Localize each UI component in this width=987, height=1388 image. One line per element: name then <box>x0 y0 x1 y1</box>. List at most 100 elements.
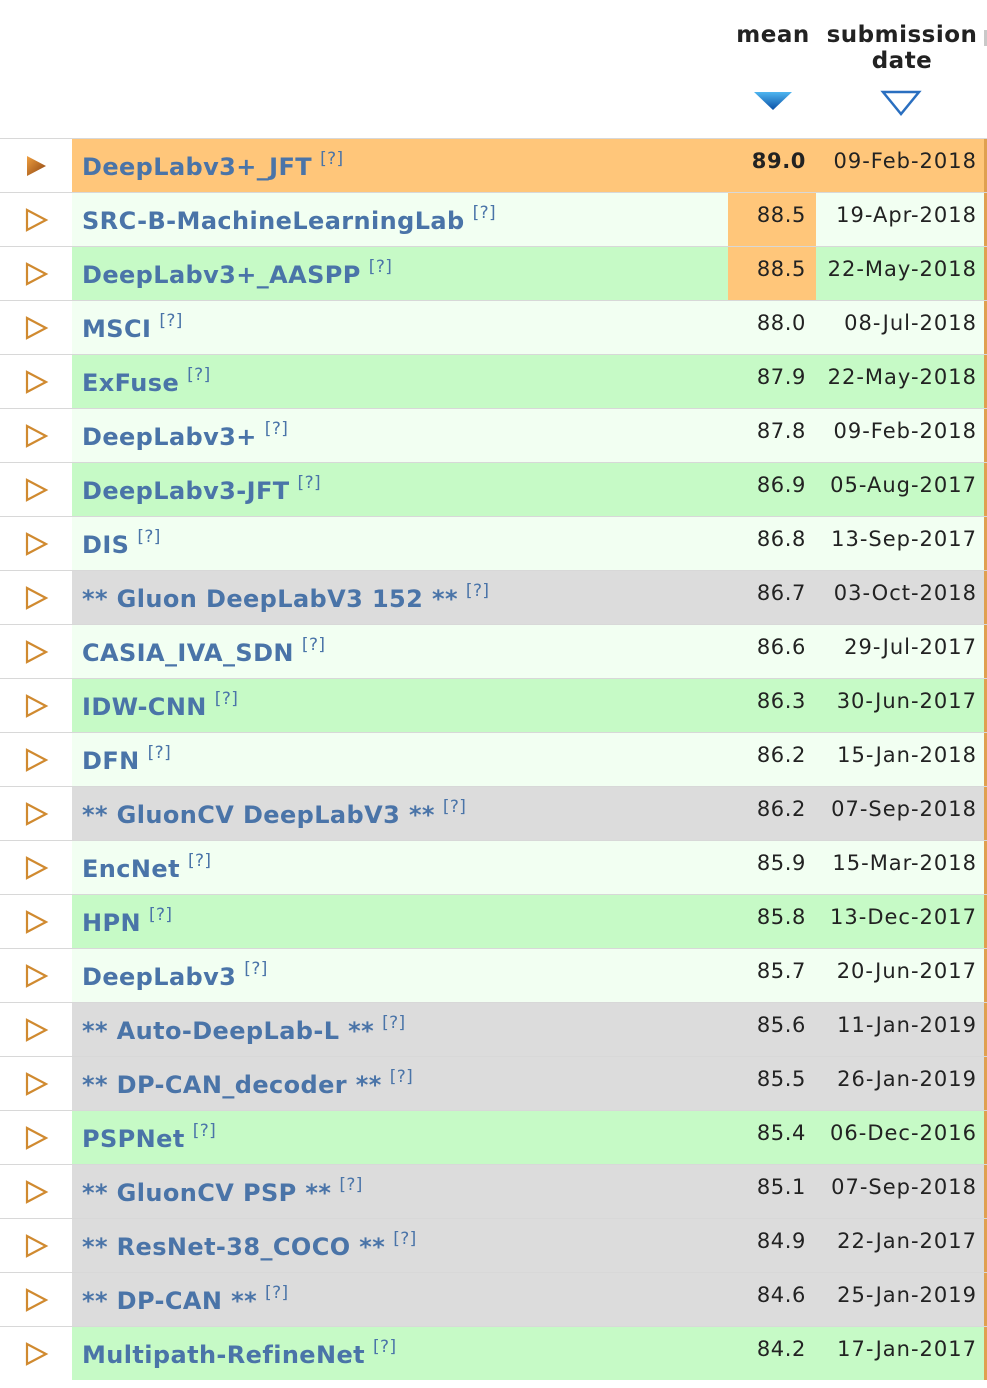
play-outline-icon[interactable] <box>0 1273 72 1326</box>
play-outline-icon[interactable] <box>0 193 72 246</box>
play-outline-icon[interactable] <box>0 895 72 948</box>
play-outline-icon[interactable] <box>0 463 72 516</box>
info-link[interactable]: [?] <box>382 1013 406 1033</box>
method-name-link[interactable]: PSPNet [?] <box>82 1121 216 1153</box>
method-name[interactable]: ** GluonCV PSP ** <box>82 1179 331 1207</box>
info-link[interactable]: [?] <box>188 851 212 871</box>
play-outline-icon[interactable] <box>0 733 72 786</box>
play-outline-icon[interactable] <box>0 679 72 732</box>
play-outline-icon[interactable] <box>0 409 72 462</box>
sort-desc-active-icon[interactable] <box>752 88 794 112</box>
info-link[interactable]: [?] <box>265 419 289 439</box>
info-link[interactable]: [?] <box>187 365 211 385</box>
method-name[interactable]: ** DP-CAN_decoder ** <box>82 1071 382 1099</box>
method-name[interactable]: MSCI <box>82 315 151 343</box>
info-link[interactable]: [?] <box>193 1121 217 1141</box>
method-name[interactable]: HPN <box>82 909 141 937</box>
method-name-link[interactable]: DeepLabv3+_JFT [?] <box>82 149 344 181</box>
method-name-link[interactable]: ** DP-CAN ** [?] <box>82 1283 289 1315</box>
method-name-link[interactable]: DFN [?] <box>82 743 171 775</box>
method-name[interactable]: ** DP-CAN ** <box>82 1287 257 1315</box>
info-link[interactable]: [?] <box>473 203 497 223</box>
submission-date: 13-Dec-2017 <box>830 905 977 929</box>
info-link[interactable]: [?] <box>320 149 344 169</box>
method-name-link[interactable]: DeepLabv3+_AASPP [?] <box>82 257 392 289</box>
method-name-link[interactable]: ** GluonCV PSP ** [?] <box>82 1175 363 1207</box>
play-outline-icon[interactable] <box>0 787 72 840</box>
method-name[interactable]: ExFuse <box>82 369 179 397</box>
method-name-link[interactable]: Multipath-RefineNet [?] <box>82 1337 397 1369</box>
method-name-link[interactable]: ** Auto-DeepLab-L ** [?] <box>82 1013 406 1045</box>
method-name-link[interactable]: CASIA_IVA_SDN [?] <box>82 635 325 667</box>
method-name[interactable]: ** Auto-DeepLab-L ** <box>82 1017 374 1045</box>
submission-date: 17-Jan-2017 <box>837 1337 977 1361</box>
method-name[interactable]: EncNet <box>82 855 180 883</box>
method-name[interactable]: DFN <box>82 747 140 775</box>
method-name[interactable]: CASIA_IVA_SDN <box>82 639 294 667</box>
method-name-link[interactable]: ExFuse [?] <box>82 365 211 397</box>
method-name[interactable]: ** ResNet-38_COCO ** <box>82 1233 385 1261</box>
method-name[interactable]: DeepLabv3-JFT <box>82 477 290 505</box>
mean-score: 84.2 <box>756 1337 806 1361</box>
method-name[interactable]: SRC-B-MachineLearningLab <box>82 207 465 235</box>
play-outline-icon[interactable] <box>0 247 72 300</box>
mean-score: 85.6 <box>756 1013 806 1037</box>
play-outline-icon[interactable] <box>0 1219 72 1272</box>
play-outline-icon[interactable] <box>0 1111 72 1164</box>
play-outline-icon[interactable] <box>0 625 72 678</box>
method-name-link[interactable]: IDW-CNN [?] <box>82 689 238 721</box>
method-name-link[interactable]: EncNet [?] <box>82 851 211 883</box>
play-outline-icon[interactable] <box>0 355 72 408</box>
info-link[interactable]: [?] <box>302 635 326 655</box>
method-name-link[interactable]: ** GluonCV DeepLabV3 ** [?] <box>82 797 466 829</box>
info-link[interactable]: [?] <box>390 1067 414 1087</box>
method-name-link[interactable]: HPN [?] <box>82 905 172 937</box>
info-link[interactable]: [?] <box>159 311 183 331</box>
method-name-link[interactable]: DeepLabv3 [?] <box>82 959 268 991</box>
mean-column-header[interactable]: mean <box>730 22 816 48</box>
info-link[interactable]: [?] <box>466 581 490 601</box>
method-name-link[interactable]: DeepLabv3+ [?] <box>82 419 288 451</box>
method-name[interactable]: PSPNet <box>82 1125 185 1153</box>
info-link[interactable]: [?] <box>393 1229 417 1249</box>
method-name[interactable]: DeepLabv3+_JFT <box>82 153 312 181</box>
info-link[interactable]: [?] <box>373 1337 397 1357</box>
sort-desc-inactive-icon[interactable] <box>880 88 922 118</box>
method-name[interactable]: ** GluonCV DeepLabV3 ** <box>82 801 435 829</box>
method-name[interactable]: IDW-CNN <box>82 693 207 721</box>
method-name-link[interactable]: DeepLabv3-JFT [?] <box>82 473 321 505</box>
play-outline-icon[interactable] <box>0 949 72 1002</box>
method-name-link[interactable]: ** DP-CAN_decoder ** [?] <box>82 1067 413 1099</box>
play-outline-icon[interactable] <box>0 1327 72 1380</box>
info-link[interactable]: [?] <box>298 473 322 493</box>
method-name-link[interactable]: DIS [?] <box>82 527 161 559</box>
info-link[interactable]: [?] <box>137 527 161 547</box>
method-name-link[interactable]: ** ResNet-38_COCO ** [?] <box>82 1229 417 1261</box>
info-link[interactable]: [?] <box>149 905 173 925</box>
method-name[interactable]: DeepLabv3 <box>82 963 236 991</box>
method-name[interactable]: Multipath-RefineNet <box>82 1341 365 1369</box>
submission-date-column-header[interactable]: submission date <box>822 22 982 74</box>
play-filled-icon[interactable] <box>0 139 72 192</box>
method-name-link[interactable]: MSCI [?] <box>82 311 183 343</box>
method-name[interactable]: DeepLabv3+ <box>82 423 257 451</box>
info-link[interactable]: [?] <box>215 689 239 709</box>
play-outline-icon[interactable] <box>0 571 72 624</box>
play-outline-icon[interactable] <box>0 841 72 894</box>
play-outline-icon[interactable] <box>0 1003 72 1056</box>
info-link[interactable]: [?] <box>148 743 172 763</box>
method-name-link[interactable]: ** Gluon DeepLabV3 152 ** [?] <box>82 581 489 613</box>
play-outline-icon[interactable] <box>0 517 72 570</box>
info-link[interactable]: [?] <box>369 257 393 277</box>
play-outline-icon[interactable] <box>0 1165 72 1218</box>
play-outline-icon[interactable] <box>0 301 72 354</box>
method-name[interactable]: DeepLabv3+_AASPP <box>82 261 361 289</box>
info-link[interactable]: [?] <box>265 1283 289 1303</box>
info-link[interactable]: [?] <box>443 797 467 817</box>
method-name-link[interactable]: SRC-B-MachineLearningLab [?] <box>82 203 496 235</box>
info-link[interactable]: [?] <box>339 1175 363 1195</box>
method-name[interactable]: DIS <box>82 531 129 559</box>
info-link[interactable]: [?] <box>244 959 268 979</box>
play-outline-icon[interactable] <box>0 1057 72 1110</box>
method-name[interactable]: ** Gluon DeepLabV3 152 ** <box>82 585 458 613</box>
